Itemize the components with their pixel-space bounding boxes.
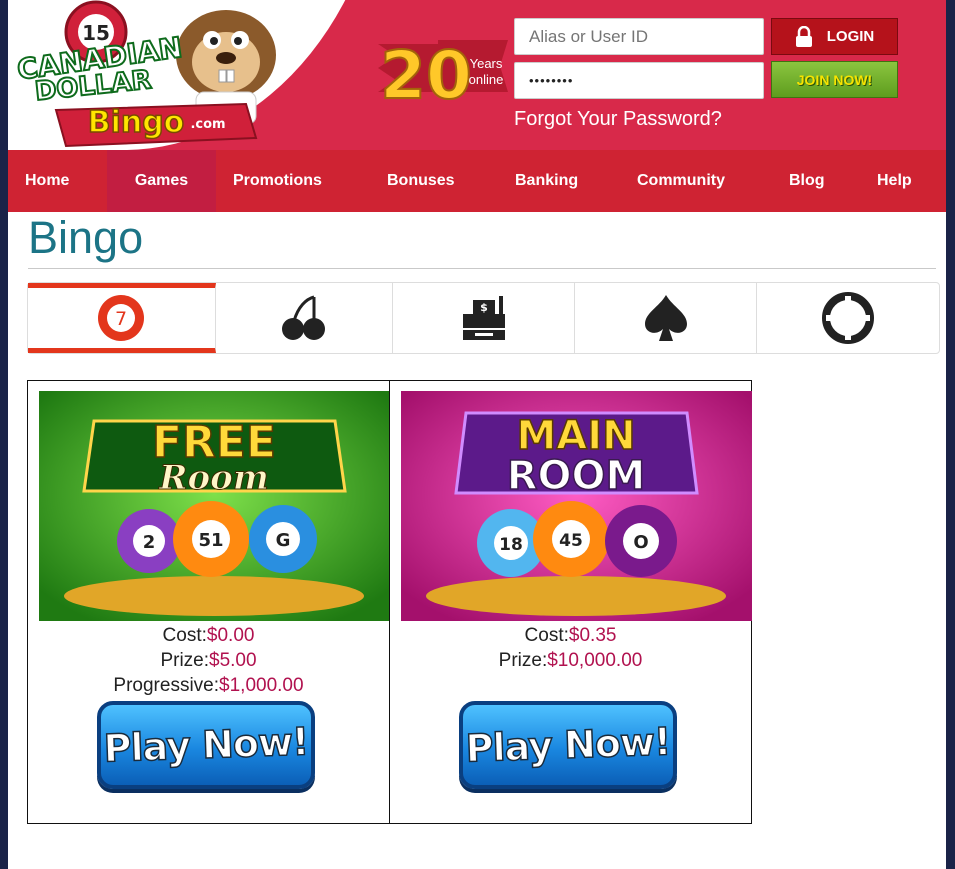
main-ball-3: O <box>633 532 648 553</box>
main-room-line2: ROOM <box>507 453 646 499</box>
bingo-ball-number: 7 <box>115 308 127 330</box>
main-nav: Home Games Promotions Bonuses Banking Co… <box>8 150 946 212</box>
cost-value: $0.00 <box>206 625 255 646</box>
nav-item-banking[interactable]: Banking <box>515 150 578 212</box>
nav-item-help[interactable]: Help <box>877 150 912 212</box>
play-button-label: Play Now! <box>464 719 672 772</box>
anniversary-line1: Years <box>470 56 503 71</box>
page-title: Bingo <box>28 212 144 263</box>
tab-slots[interactable] <box>216 283 394 353</box>
login-label: LOGIN <box>826 28 875 45</box>
prize-value: $5.00 <box>209 650 257 671</box>
tab-table-games[interactable]: $ <box>393 283 575 353</box>
tab-bingo[interactable]: 7 <box>28 283 216 353</box>
tab-card-games[interactable] <box>575 283 758 353</box>
forgot-password-link[interactable]: Forgot Your Password? <box>514 108 722 131</box>
site-logo[interactable]: 15 CANADIAN DOLLAR Bingo .com <box>16 0 306 150</box>
anniversary-number: 20 <box>380 37 472 108</box>
room-card-main: MAIN ROOM 18 45 O Cost:$0.35 Prize:$10,0… <box>389 380 752 824</box>
title-divider <box>28 268 936 269</box>
free-ball-1: 2 <box>143 532 156 553</box>
nav-item-promotions[interactable]: Promotions <box>233 150 322 212</box>
free-room-artwork[interactable]: FREE Room 2 51 G <box>39 391 390 621</box>
bingo-ball-icon: 7 <box>98 295 145 341</box>
prize-label: Prize: <box>160 650 210 671</box>
nav-item-home[interactable]: Home <box>25 150 69 212</box>
nav-item-bonuses[interactable]: Bonuses <box>387 150 455 212</box>
free-room-line2: Room <box>158 458 269 498</box>
free-ball-2: 51 <box>198 530 223 551</box>
tab-help[interactable] <box>757 283 939 353</box>
logo-line3-suffix: .com <box>190 117 225 132</box>
bingo-rooms: FREE Room 2 51 G Cost:$0.00 Prize:$5.00 … <box>27 380 752 824</box>
cost-label: Cost: <box>524 625 569 646</box>
cherries-icon <box>281 295 325 340</box>
svg-text:$: $ <box>480 301 488 314</box>
login-button[interactable]: LOGIN <box>771 18 898 55</box>
join-label: JOIN NOW! <box>796 71 873 88</box>
nav-item-blog[interactable]: Blog <box>789 150 825 212</box>
nav-item-games[interactable]: Games <box>107 150 216 212</box>
logo-line3: Bingo <box>88 105 185 140</box>
lifebuoy-icon <box>822 292 875 344</box>
lock-icon <box>795 25 812 47</box>
site-header: 15 CANADIAN DOLLAR Bingo .com 20 Years o… <box>8 0 946 150</box>
room-card-free: FREE Room 2 51 G Cost:$0.00 Prize:$5.00 … <box>27 380 390 824</box>
anniversary-line2: online <box>469 72 504 87</box>
main-room-details: Cost:$0.35 Prize:$10,000.00 <box>390 623 751 673</box>
free-ball-3: G <box>276 530 291 551</box>
alias-input[interactable] <box>514 18 764 55</box>
cost-label: Cost: <box>162 625 207 646</box>
progressive-label: Progressive: <box>113 675 220 696</box>
main-room-play-button[interactable]: Play Now! <box>459 701 679 793</box>
play-button-label: Play Now! <box>102 719 310 772</box>
spade-icon <box>644 295 687 341</box>
nav-item-community[interactable]: Community <box>637 150 725 212</box>
prize-value: $10,000.00 <box>547 650 643 671</box>
cost-value: $0.35 <box>568 625 617 646</box>
main-ball-2: 45 <box>559 531 583 551</box>
page: 15 CANADIAN DOLLAR Bingo .com 20 Years o… <box>8 0 946 869</box>
join-now-button[interactable]: JOIN NOW! <box>771 61 898 98</box>
progressive-value: $1,000.00 <box>219 675 304 696</box>
main-room-artwork[interactable]: MAIN ROOM 18 45 O <box>401 391 752 621</box>
password-input[interactable] <box>514 62 764 99</box>
game-category-tabs: 7 $ <box>27 282 940 354</box>
cash-register-icon: $ <box>462 296 505 340</box>
anniversary-badge: 20 Years online <box>378 36 508 108</box>
prize-label: Prize: <box>498 650 548 671</box>
free-room-play-button[interactable]: Play Now! <box>97 701 317 793</box>
free-room-details: Cost:$0.00 Prize:$5.00 Progressive:$1,00… <box>28 623 389 698</box>
main-ball-1: 18 <box>499 535 523 555</box>
